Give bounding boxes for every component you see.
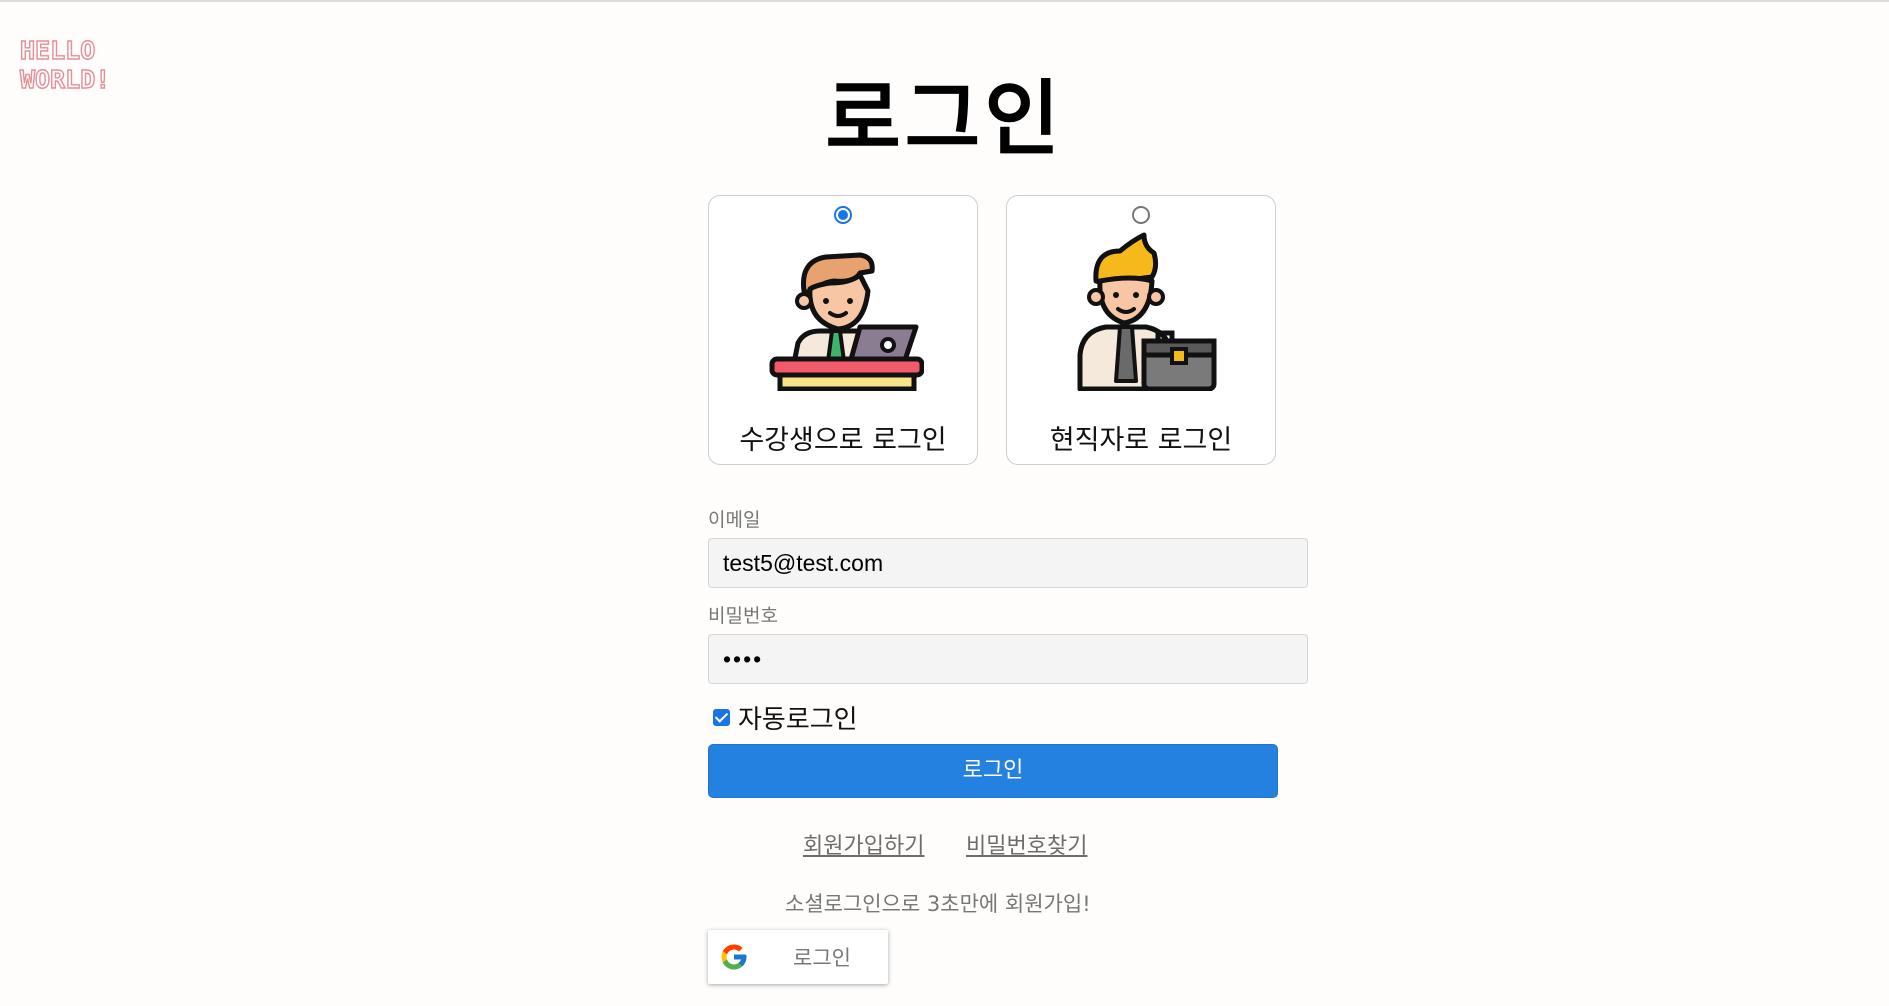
- auto-login-checkbox[interactable]: [713, 708, 730, 726]
- worker-briefcase-icon: [1077, 232, 1217, 391]
- student-laptop-icon: [769, 252, 924, 391]
- signup-link[interactable]: 회원가입하기: [803, 828, 924, 860]
- user-type-radio-student[interactable]: [834, 206, 852, 224]
- top-border: [0, 0, 1889, 2]
- auto-login-row[interactable]: 자동로그인: [713, 700, 858, 735]
- account-links: 회원가입하기 비밀번호찾기: [0, 828, 1889, 860]
- google-icon: [721, 944, 747, 970]
- auto-login-label: 자동로그인: [738, 704, 858, 735]
- user-type-card-student[interactable]: 수강생으로 로그인: [708, 195, 978, 465]
- email-field[interactable]: [708, 538, 1308, 588]
- user-type-card-worker[interactable]: 현직자로 로그인: [1006, 195, 1276, 465]
- find-password-link[interactable]: 비밀번호찾기: [966, 828, 1087, 860]
- user-type-label-student: 수강생으로 로그인: [739, 425, 947, 456]
- user-type-radio-worker[interactable]: [1132, 206, 1150, 224]
- user-type-label-worker: 현직자로 로그인: [1049, 425, 1233, 456]
- password-field[interactable]: [708, 634, 1308, 684]
- logo-line-1: HELLO: [19, 35, 96, 65]
- email-label: 이메일: [708, 509, 761, 531]
- google-login-label: 로그인: [793, 946, 851, 970]
- password-label: 비밀번호: [708, 605, 778, 627]
- google-login-button[interactable]: 로그인: [708, 930, 888, 984]
- login-button[interactable]: 로그인: [708, 744, 1278, 798]
- social-promo-text: 소셜로그인으로 3초만에 회원가입!: [785, 892, 1091, 916]
- page-title: 로그인: [825, 72, 1064, 167]
